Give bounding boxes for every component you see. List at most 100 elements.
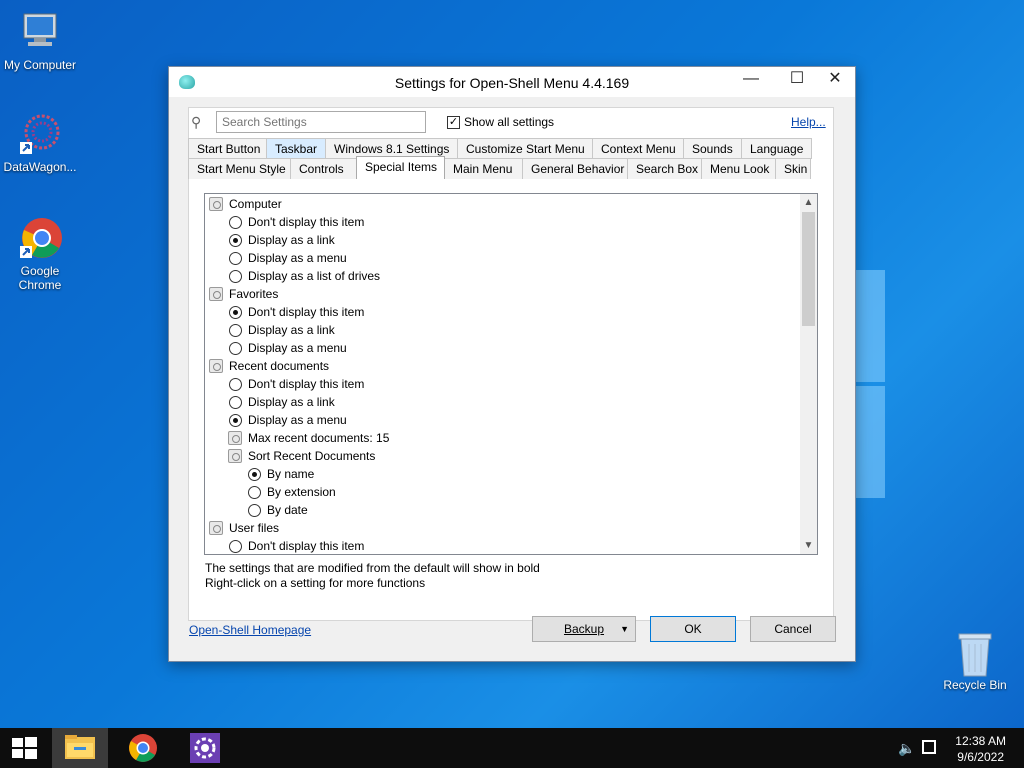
radio-favorites-option[interactable]: Display as a link [229, 321, 335, 339]
desktop-icon-my-computer[interactable]: My Computer [0, 10, 80, 72]
tab-language[interactable]: Language [741, 138, 812, 159]
radio-checked-icon[interactable] [229, 413, 242, 427]
radio-unchecked-icon[interactable] [229, 269, 242, 283]
open-shell-settings-taskbar-button[interactable] [177, 728, 233, 768]
chrome-icon [18, 216, 62, 260]
settings-tree[interactable]: Computer Don't display this item Display… [204, 193, 818, 555]
radio-checked-icon[interactable] [248, 467, 261, 481]
tree-item-sort-recent-documents[interactable]: Sort Recent Documents [228, 447, 375, 465]
maximize-button[interactable]: ☐ [777, 67, 817, 93]
start-button[interactable] [0, 728, 56, 768]
radio-recent-option[interactable]: Don't display this item [229, 375, 364, 393]
taskbar-clock[interactable]: 12:38 AM 9/6/2022 [955, 733, 1006, 765]
option-label: By date [267, 503, 308, 517]
show-all-label: Show all settings [464, 115, 555, 129]
tab-sounds[interactable]: Sounds [683, 138, 742, 159]
wallpaper-logo [855, 270, 885, 500]
settings-gear-icon [228, 431, 242, 445]
radio-sort-option[interactable]: By name [248, 465, 314, 483]
chrome-taskbar-button[interactable] [115, 728, 171, 768]
tab-general-behavior[interactable]: General Behavior [522, 158, 628, 179]
settings-gear-icon [209, 197, 223, 211]
tab-start-menu-style[interactable]: Start Menu Style [188, 158, 291, 179]
tab-context-menu[interactable]: Context Menu [592, 138, 684, 159]
radio-unchecked-icon[interactable] [229, 323, 242, 337]
desktop-icon-label: Google Chrome [18, 264, 62, 292]
desktop-icon-recycle-bin[interactable]: Recycle Bin [935, 630, 1015, 692]
radio-unchecked-icon[interactable] [248, 485, 261, 499]
title-bar[interactable]: Settings for Open-Shell Menu 4.4.169 — ☐… [169, 67, 855, 97]
radio-computer-option[interactable]: Display as a list of drives [229, 267, 380, 285]
radio-unchecked-icon[interactable] [229, 215, 242, 229]
radio-favorites-option[interactable]: Display as a menu [229, 339, 347, 357]
tree-item-max-recent-documents[interactable]: Max recent documents: 15 [228, 429, 389, 447]
option-label: Display as a menu [248, 341, 347, 355]
tab-skin[interactable]: Skin [775, 158, 811, 179]
open-shell-homepage-link[interactable]: Open-Shell Homepage [189, 623, 311, 637]
gear-icon [190, 733, 220, 763]
radio-recent-option[interactable]: Display as a menu [229, 411, 347, 429]
checkbox-checked-icon[interactable]: ✓ [447, 115, 460, 129]
vertical-scrollbar[interactable]: ▲ ▼ [800, 194, 817, 554]
item-label: User files [229, 521, 280, 535]
radio-unchecked-icon[interactable] [229, 377, 242, 391]
tab-search-box[interactable]: Search Box [627, 158, 702, 179]
tab-main-menu[interactable]: Main Menu [444, 158, 523, 179]
help-link[interactable]: Help... [791, 115, 826, 129]
taskbar: 🔈 12:38 AM 9/6/2022 [0, 728, 1024, 768]
tab-special-items[interactable]: Special Items [356, 156, 445, 179]
tab-controls[interactable]: Controls [290, 158, 357, 179]
option-label: Display as a link [248, 395, 335, 409]
item-label: Computer [229, 197, 282, 211]
radio-computer-option[interactable]: Don't display this item [229, 213, 364, 231]
file-explorer-taskbar-button[interactable] [52, 728, 108, 768]
tab-start-button[interactable]: Start Button [188, 138, 267, 159]
settings-gear-icon [209, 521, 223, 535]
tree-item-computer[interactable]: Computer [209, 195, 282, 213]
tab-row-1: Start Button Taskbar Windows 8.1 Setting… [188, 138, 812, 159]
show-all-settings-checkbox[interactable]: ✓ Show all settings [447, 115, 554, 129]
option-label: Don't display this item [248, 305, 365, 319]
tab-menu-look[interactable]: Menu Look [701, 158, 776, 179]
tab-customize-start-menu[interactable]: Customize Start Menu [457, 138, 593, 159]
desktop-icon-chrome[interactable]: Google Chrome [0, 216, 80, 292]
radio-checked-icon[interactable] [229, 305, 242, 319]
item-label: Sort Recent Documents [248, 449, 376, 463]
radio-unchecked-icon[interactable] [229, 539, 242, 553]
tree-item-user-files[interactable]: User files [209, 519, 279, 537]
folder-icon [65, 735, 95, 759]
radio-user-files-option[interactable]: Don't display this item [229, 537, 365, 554]
option-label: By name [267, 467, 315, 481]
radio-unchecked-icon[interactable] [248, 503, 261, 517]
desktop-icon-datawagon[interactable]: DataWagon... [0, 112, 80, 174]
radio-sort-option[interactable]: By extension [248, 483, 336, 501]
radio-computer-option[interactable]: Display as a link [229, 231, 335, 249]
volume-muted-icon[interactable]: 🔈 [898, 740, 915, 757]
radio-sort-option[interactable]: By date [248, 501, 308, 519]
network-icon[interactable] [922, 740, 936, 754]
radio-unchecked-icon[interactable] [229, 341, 242, 355]
radio-computer-option[interactable]: Display as a menu [229, 249, 347, 267]
tab-taskbar[interactable]: Taskbar [266, 138, 326, 159]
scroll-down-icon[interactable]: ▼ [800, 537, 817, 554]
search-input[interactable] [216, 111, 426, 133]
ok-button[interactable]: OK [650, 616, 736, 642]
close-button[interactable]: ✕ [815, 67, 855, 93]
tree-item-favorites[interactable]: Favorites [209, 285, 278, 303]
search-icon: ⚲ [191, 114, 202, 130]
radio-favorites-option[interactable]: Don't display this item [229, 303, 364, 321]
option-label: Don't display this item [248, 539, 365, 553]
radio-unchecked-icon[interactable] [229, 395, 242, 409]
backup-button[interactable]: Backup ▼ [532, 616, 636, 642]
minimize-button[interactable]: — [731, 67, 771, 93]
tree-item-recent-documents[interactable]: Recent documents [209, 357, 329, 375]
radio-unchecked-icon[interactable] [229, 251, 242, 265]
chrome-icon [129, 734, 157, 762]
radio-recent-option[interactable]: Display as a link [229, 393, 335, 411]
scroll-up-icon[interactable]: ▲ [800, 194, 817, 211]
windows-logo-icon [12, 737, 37, 759]
scroll-thumb[interactable] [802, 212, 815, 326]
radio-checked-icon[interactable] [229, 233, 242, 247]
clock-time: 12:38 AM [955, 734, 1006, 748]
cancel-button[interactable]: Cancel [750, 616, 836, 642]
